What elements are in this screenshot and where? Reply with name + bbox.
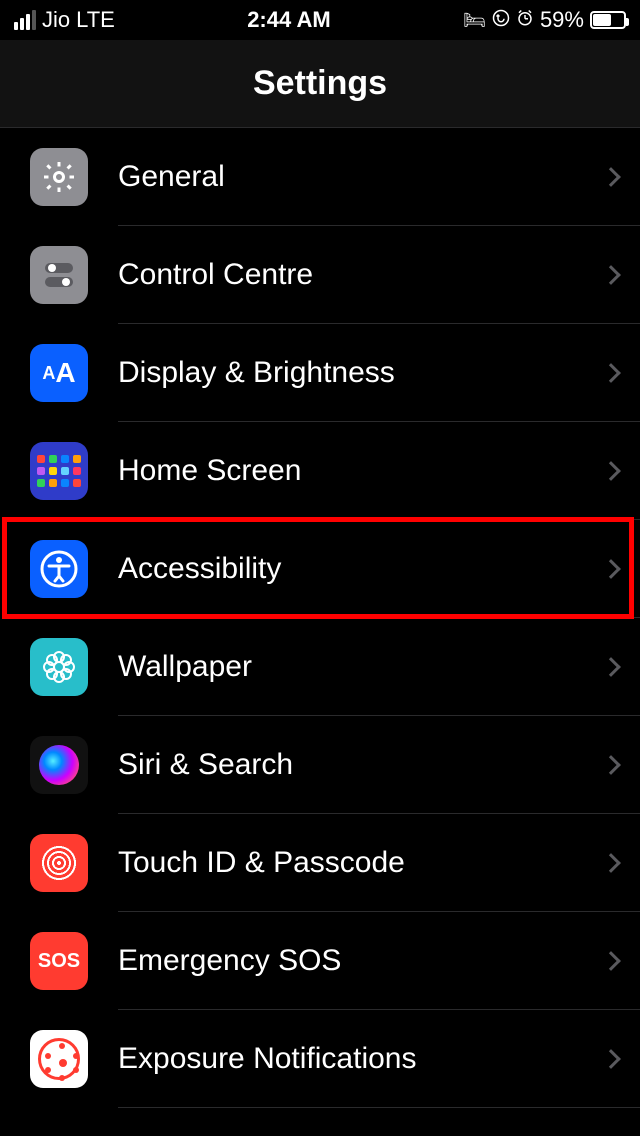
accessibility-icon xyxy=(30,540,88,598)
settings-header: Settings xyxy=(0,40,640,128)
siri-icon xyxy=(30,736,88,794)
chevron-right-icon xyxy=(601,951,621,971)
row-wallpaper[interactable]: Wallpaper xyxy=(0,618,640,716)
chevron-right-icon xyxy=(601,1049,621,1069)
row-label: Home Screen xyxy=(118,454,604,488)
flower-icon xyxy=(30,638,88,696)
row-exposure-notifications[interactable]: Exposure Notifications xyxy=(0,1010,640,1108)
row-label: General xyxy=(118,160,604,194)
toggles-icon xyxy=(30,246,88,304)
page-title: Settings xyxy=(253,64,387,103)
row-touch-id-passcode[interactable]: Touch ID & Passcode xyxy=(0,814,640,912)
row-control-centre[interactable]: Control Centre xyxy=(0,226,640,324)
chevron-right-icon xyxy=(601,167,621,187)
row-label: Touch ID & Passcode xyxy=(118,846,604,880)
chevron-right-icon xyxy=(601,461,621,481)
status-right: 🛏 59% xyxy=(463,7,626,33)
clock: 2:44 AM xyxy=(247,7,331,33)
home-grid-icon xyxy=(30,442,88,500)
orientation-lock-icon xyxy=(492,9,510,32)
status-bar: Jio LTE 2:44 AM 🛏 59% xyxy=(0,0,640,40)
row-siri-search[interactable]: Siri & Search xyxy=(0,716,640,814)
status-left: Jio LTE xyxy=(14,7,115,33)
chevron-right-icon xyxy=(601,265,621,285)
chevron-right-icon xyxy=(601,853,621,873)
exposure-icon xyxy=(30,1030,88,1088)
network-label: LTE xyxy=(76,7,115,33)
settings-list: General Control Centre AA Display & Brig… xyxy=(0,128,640,1108)
chevron-right-icon xyxy=(601,755,621,775)
alarm-icon xyxy=(516,9,534,32)
row-emergency-sos[interactable]: SOS Emergency SOS xyxy=(0,912,640,1010)
sos-text: SOS xyxy=(38,950,80,973)
row-label: Emergency SOS xyxy=(118,944,604,978)
chevron-right-icon xyxy=(601,559,621,579)
row-home-screen[interactable]: Home Screen xyxy=(0,422,640,520)
text-size-icon: AA xyxy=(30,344,88,402)
gear-icon xyxy=(30,148,88,206)
row-display-brightness[interactable]: AA Display & Brightness xyxy=(0,324,640,422)
battery-icon xyxy=(590,11,626,29)
signal-icon xyxy=(14,10,36,30)
row-label: Siri & Search xyxy=(118,748,604,782)
row-label: Wallpaper xyxy=(118,650,604,684)
sos-icon: SOS xyxy=(30,932,88,990)
fingerprint-icon xyxy=(30,834,88,892)
bed-icon: 🛏 xyxy=(463,10,486,31)
battery-percent: 59% xyxy=(540,7,584,33)
chevron-right-icon xyxy=(601,657,621,677)
row-label: Control Centre xyxy=(118,258,604,292)
carrier-label: Jio xyxy=(42,7,70,33)
chevron-right-icon xyxy=(601,363,621,383)
row-label: Exposure Notifications xyxy=(118,1042,604,1076)
row-general[interactable]: General xyxy=(0,128,640,226)
row-label: Accessibility xyxy=(118,552,604,586)
row-accessibility[interactable]: Accessibility xyxy=(0,520,640,618)
row-label: Display & Brightness xyxy=(118,356,604,390)
